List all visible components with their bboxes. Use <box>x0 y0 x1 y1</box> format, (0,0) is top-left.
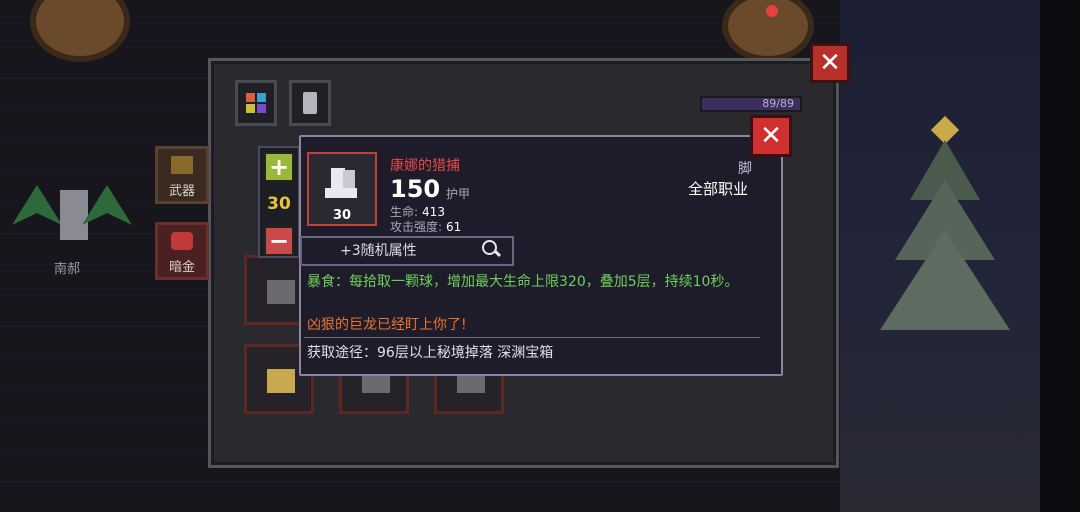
scroll-icon <box>303 92 317 114</box>
magnifier-icon[interactable] <box>482 240 502 258</box>
energy-bar: 89/89 <box>700 96 802 112</box>
job-requirement: 全部职业 <box>688 180 749 198</box>
close-icon: ✕ <box>760 121 782 151</box>
plus-icon: + <box>268 153 290 181</box>
slot-type: 脚 <box>738 161 752 177</box>
christmas-tree <box>880 115 1010 350</box>
tab-weapon[interactable]: 武器 <box>155 146 209 204</box>
notification-dot <box>766 5 778 17</box>
quantity-value: 30 <box>267 194 291 214</box>
stat-label: 攻击强度: <box>390 220 443 234</box>
quantity-stepper: + 30 − <box>258 146 300 258</box>
weapon-tab-icon <box>171 156 193 174</box>
tab-scroll[interactable] <box>289 80 331 126</box>
increase-button[interactable]: + <box>264 152 294 182</box>
decrease-button[interactable]: − <box>264 226 294 256</box>
item-name: 康娜的猎捕 <box>390 158 460 174</box>
stat-label: 生命: <box>390 205 419 219</box>
close-tooltip-button[interactable]: ✕ <box>750 115 792 157</box>
tab-dark-gold[interactable]: 暗金 <box>155 222 209 280</box>
item-source: 获取途径：96层以上秘境掉落 深渊宝箱 <box>307 345 554 361</box>
stat-value: 413 <box>422 205 445 219</box>
tab-weapon-label: 武器 <box>168 184 195 199</box>
divider <box>304 337 760 338</box>
item-effect: 暴食：每拾取一颗球，增加最大生命上限320，叠加5层，持续10秒。 <box>307 274 739 290</box>
tab-inventory[interactable] <box>235 80 277 126</box>
npc-name: 南郝 <box>54 262 81 277</box>
stat-attack: 攻击强度: 61 <box>390 218 461 235</box>
item-icon-box: 30 <box>307 152 377 226</box>
item-count: 30 <box>332 208 352 223</box>
inventory-grid-icon <box>246 93 266 113</box>
dark-gold-tab-icon <box>171 232 193 250</box>
item-warning: 凶狠的巨龙已经盯上你了! <box>307 317 467 333</box>
screen-edge <box>1040 0 1080 512</box>
armor-label: 护甲 <box>446 187 471 201</box>
armor-value: 150 <box>390 175 441 203</box>
tab-dark-gold-label: 暗金 <box>168 260 195 275</box>
stat-value: 61 <box>446 220 462 234</box>
npc-character[interactable] <box>12 175 132 245</box>
close-icon: ✕ <box>819 48 841 78</box>
minus-icon: − <box>268 227 290 255</box>
close-panel-button[interactable]: ✕ <box>810 43 850 83</box>
boots-icon <box>323 168 359 202</box>
